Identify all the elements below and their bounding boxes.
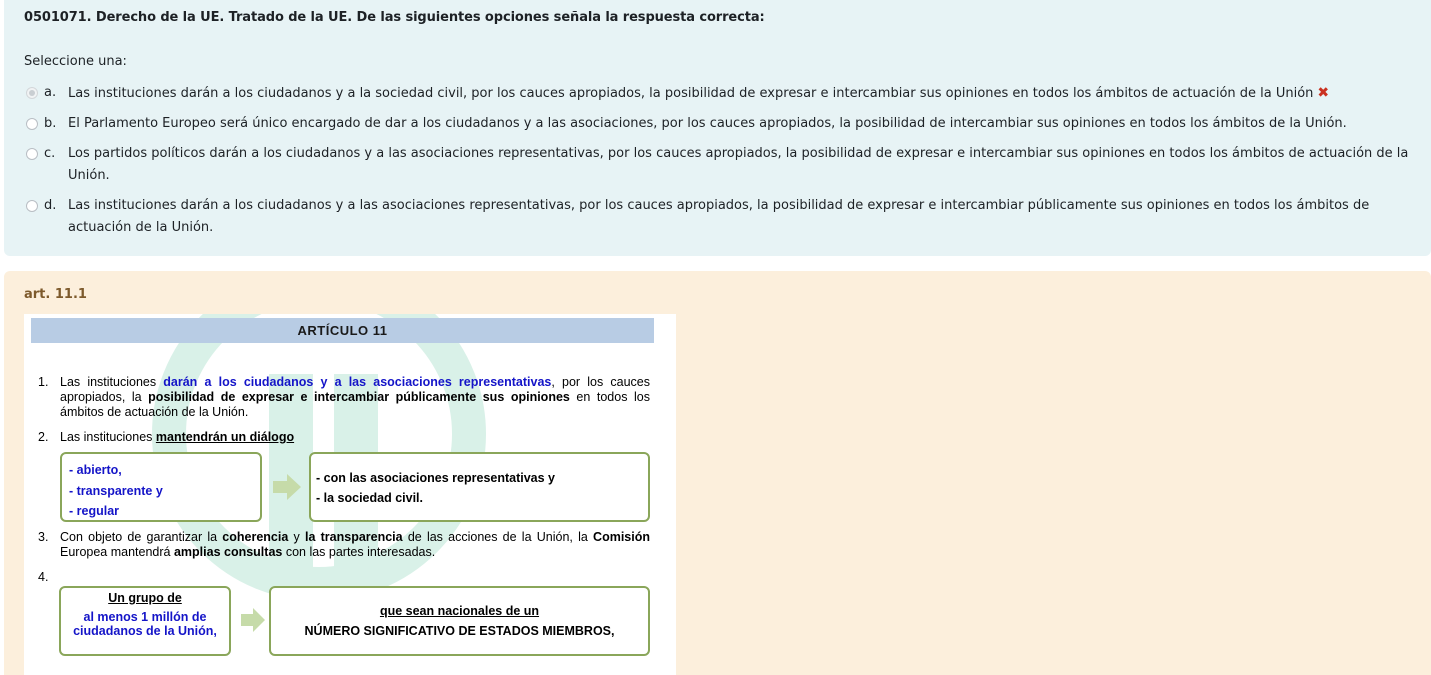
article-heading: ARTÍCULO 11 <box>31 318 654 343</box>
answer-text: El Parlamento Europeo será único encarga… <box>68 116 1347 131</box>
paragraph-number: 4. <box>38 570 49 584</box>
radio-b[interactable] <box>26 118 38 130</box>
article-image: ARTÍCULO 11 1. Las instituciones darán a… <box>24 314 676 675</box>
box-body: al menos 1 millón de ciudadanos de la Un… <box>73 610 217 638</box>
box-line: - con las asociaciones representativas y <box>316 471 556 485</box>
box-line: - la sociedad civil. <box>316 491 423 505</box>
box-line: - abierto, <box>69 463 122 477</box>
answer-letter: b. <box>44 116 57 131</box>
paragraph-body: Las instituciones darán a los ciudadanos… <box>60 375 650 420</box>
answer-letter: a. <box>44 85 57 100</box>
radio-a[interactable] <box>26 87 38 99</box>
box-line: - transparente y <box>69 483 163 498</box>
article-paragraph-4: 4. <box>24 570 84 586</box>
paragraph-number: 3. <box>38 530 49 544</box>
paragraph-body: Las instituciones mantendrán un diálogo <box>60 430 650 445</box>
text-run: y <box>288 530 305 544</box>
arrow-right-icon <box>273 474 301 500</box>
article-paragraph-2: 2. Las instituciones mantendrán un diálo… <box>24 430 676 448</box>
answer-option-d[interactable]: d. Las instituciones darán a los ciudada… <box>26 195 1428 239</box>
answer-letter: c. <box>44 146 56 161</box>
answer-text: Los partidos políticos darán a los ciuda… <box>68 146 1409 183</box>
text-run: posibilidad de expresar e intercambiar p… <box>148 390 570 404</box>
answer-prompt: Seleccione una: <box>24 54 127 69</box>
answer-option-a[interactable]: a. Las instituciones darán a los ciudada… <box>26 82 1428 105</box>
answer-list: a. Las instituciones darán a los ciudada… <box>26 82 1428 247</box>
article-paragraph-1: 1. Las instituciones darán a los ciudada… <box>24 375 676 425</box>
answer-text-content: Las instituciones darán a los ciudadanos… <box>68 86 1314 101</box>
text-run: coherencia <box>222 530 289 544</box>
text-run: con las partes interesadas. <box>282 545 436 559</box>
text-run: Comisión <box>593 530 650 544</box>
answer-option-b[interactable]: b. El Parlamento Europeo será único enca… <box>26 113 1428 135</box>
text-run: Las instituciones <box>60 375 164 389</box>
text-run: Con objeto de garantizar la <box>60 530 223 544</box>
text-run: mantendrán un diálogo <box>155 430 295 444</box>
answer-text: Las instituciones darán a los ciudadanos… <box>68 82 1428 105</box>
paragraph-body: Con objeto de garantizar la coherencia y… <box>60 530 650 560</box>
question-panel: 0501071. Derecho de la UE. Tratado de la… <box>4 0 1431 256</box>
paragraph-number: 2. <box>38 430 49 444</box>
text-run: Europea mantendrá <box>60 545 174 559</box>
arrow-right-icon <box>241 608 265 632</box>
box-line: - regular <box>69 504 120 518</box>
member-states-box: que sean nacionales de un NÚMERO SIGNIFI… <box>269 586 650 656</box>
article-paragraph-3: 3. Con objeto de garantizar la coherenci… <box>24 530 676 564</box>
radio-d[interactable] <box>26 200 38 212</box>
feedback-reference: art. 11.1 <box>24 287 87 302</box>
feedback-panel: art. 11.1 ARTÍCULO 11 1. Las institucion… <box>4 271 1431 675</box>
box-body: NÚMERO SIGNIFICATIVO DE ESTADOS MIEMBROS… <box>304 624 615 638</box>
text-run: Las instituciones <box>60 430 156 444</box>
answer-text: Las instituciones darán a los ciudadanos… <box>68 198 1370 235</box>
text-run: darán a los ciudadanos y a las asociacio… <box>163 375 552 389</box>
text-run: de las acciones de la Unión, la <box>402 530 594 544</box>
box-title: Un grupo de <box>108 591 182 605</box>
answer-option-c[interactable]: c. Los partidos políticos darán a los ci… <box>26 143 1428 187</box>
incorrect-icon: ✖ <box>1317 85 1330 101</box>
box-title: que sean nacionales de un <box>379 604 540 618</box>
dialogue-qualities-box: - abierto, - transparente y - regular <box>60 452 262 522</box>
dialogue-parties-box: - con las asociaciones representativas y… <box>309 452 650 522</box>
text-run: la transparencia <box>304 530 403 544</box>
question-text: 0501071. Derecho de la UE. Tratado de la… <box>24 10 765 25</box>
answer-letter: d. <box>44 198 57 213</box>
citizens-group-box: Un grupo de al menos 1 millón de ciudada… <box>59 586 231 656</box>
paragraph-number: 1. <box>38 375 49 389</box>
radio-c[interactable] <box>26 148 38 160</box>
text-run: amplias consultas <box>173 545 283 559</box>
